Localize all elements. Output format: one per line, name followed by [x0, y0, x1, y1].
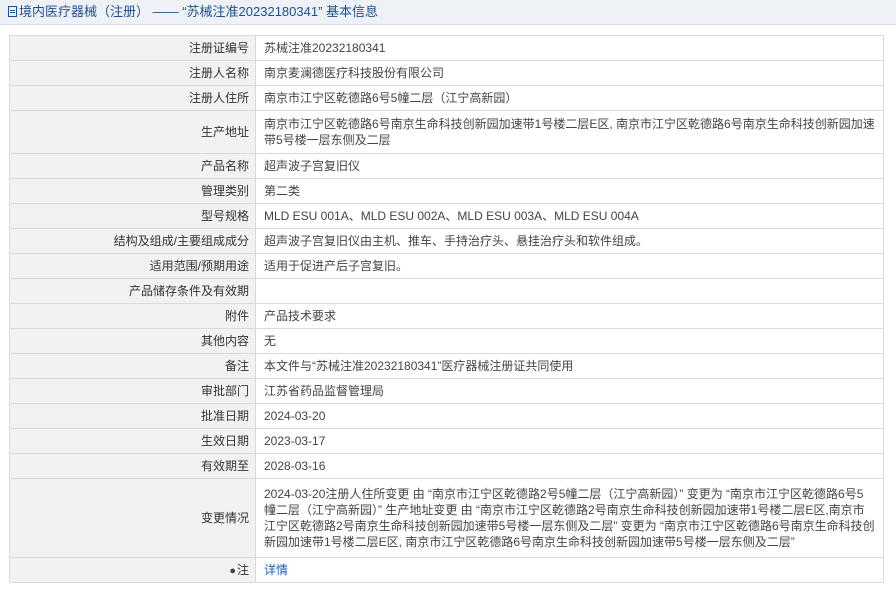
note-label-cell: ●注	[9, 557, 256, 583]
row-label: 批准日期	[9, 403, 256, 429]
table-row: 结构及组成/主要组成成分 超声波子宫复旧仪由主机、推车、手持治疗头、悬挂治疗头和软…	[9, 228, 884, 254]
row-label: 变更情况	[9, 478, 256, 558]
row-value: 苏械注准20232180341	[255, 35, 884, 61]
row-value: 无	[255, 328, 884, 354]
table-row: 管理类别 第二类	[9, 178, 884, 204]
table-row: 型号规格 MLD ESU 001A、MLD ESU 002A、MLD ESU 00…	[9, 203, 884, 229]
table-row: 批准日期 2024-03-20	[9, 403, 884, 429]
table-row: 产品名称 超声波子宫复旧仪	[9, 153, 884, 179]
row-label: 有效期至	[9, 453, 256, 479]
row-label: 产品储存条件及有效期	[9, 278, 256, 304]
row-label: 审批部门	[9, 378, 256, 404]
row-value: 2024-03-20注册人住所变更 由 “南京市江宁区乾德路2号5幢二层（江宁高…	[255, 478, 884, 558]
row-label: 注册人住所	[9, 85, 256, 111]
table-row: 注册人名称 南京麦澜德医疗科技股份有限公司	[9, 60, 884, 86]
note-value-cell: 详情	[255, 557, 884, 583]
note-label: 注	[236, 562, 249, 577]
page-header: 境内医疗器械（注册） —— “苏械注准20232180341” 基本信息	[0, 0, 896, 25]
row-value	[255, 278, 884, 304]
row-label: 结构及组成/主要组成成分	[9, 228, 256, 254]
row-label: 适用范围/预期用途	[9, 253, 256, 279]
table-row: 注册人住所 南京市江宁区乾德路6号5幢二层（江宁高新园）	[9, 85, 884, 111]
row-value: MLD ESU 001A、MLD ESU 002A、MLD ESU 003A、M…	[255, 203, 884, 229]
row-label: 注册人名称	[9, 60, 256, 86]
table-row: ●注 详情	[9, 557, 884, 583]
row-label: 其他内容	[9, 328, 256, 354]
table-row: 其他内容无	[9, 328, 884, 354]
table-row: 审批部门 江苏省药品监督管理局	[9, 378, 884, 404]
row-value: 2024-03-20	[255, 403, 884, 429]
document-icon	[8, 6, 17, 17]
row-value: 2028-03-16	[255, 453, 884, 479]
table-row: 产品储存条件及有效期	[9, 278, 884, 304]
row-label: 生产地址	[9, 110, 256, 154]
row-value: 本文件与“苏械注准20232180341”医疗器械注册证共同使用	[255, 353, 884, 379]
page-title-wrap: 境内医疗器械（注册） —— “苏械注准20232180341” 基本信息	[8, 4, 378, 20]
detail-table: 注册证编号 苏械注准20232180341 注册人名称 南京麦澜德医疗科技股份有限公…	[9, 35, 884, 583]
table-row: 变更情况 2024-03-20注册人住所变更 由 “南京市江宁区乾德路2号5幢二层…	[9, 478, 884, 558]
row-label: 管理类别	[9, 178, 256, 204]
row-value: 2023-03-17	[255, 428, 884, 454]
row-label: 产品名称	[9, 153, 256, 179]
table-row: 生产地址 南京市江宁区乾德路6号南京生命科技创新园加速带1号楼二层E区, 南京市江…	[9, 110, 884, 154]
row-label: 注册证编号	[9, 35, 256, 61]
row-value: 南京麦澜德医疗科技股份有限公司	[255, 60, 884, 86]
row-value: 超声波子宫复旧仪由主机、推车、手持治疗头、悬挂治疗头和软件组成。	[255, 228, 884, 254]
row-value: 南京市江宁区乾德路6号南京生命科技创新园加速带1号楼二层E区, 南京市江宁区乾德…	[255, 110, 884, 154]
table-row: 注册证编号 苏械注准20232180341	[9, 35, 884, 61]
row-value: 产品技术要求	[255, 303, 884, 329]
details-link[interactable]: 详情	[264, 563, 288, 577]
row-label: 附件	[9, 303, 256, 329]
row-label: 生效日期	[9, 428, 256, 454]
table-row: 适用范围/预期用途 适用于促进产后子宫复旧。	[9, 253, 884, 279]
row-value: 超声波子宫复旧仪	[255, 153, 884, 179]
table-row: 附件 产品技术要求	[9, 303, 884, 329]
row-value: 第二类	[255, 178, 884, 204]
row-value: 适用于促进产后子宫复旧。	[255, 253, 884, 279]
page-title: 境内医疗器械（注册） —— “苏械注准20232180341” 基本信息	[19, 4, 379, 19]
table-row: 生效日期 2023-03-17	[9, 428, 884, 454]
row-value: 江苏省药品监督管理局	[255, 378, 884, 404]
row-label: 型号规格	[9, 203, 256, 229]
table-row: 有效期至 2028-03-16	[9, 453, 884, 479]
pin-icon: ●	[229, 564, 236, 577]
table-row: 备注 本文件与“苏械注准20232180341”医疗器械注册证共同使用	[9, 353, 884, 379]
row-value: 南京市江宁区乾德路6号5幢二层（江宁高新园）	[255, 85, 884, 111]
row-label: 备注	[9, 353, 256, 379]
